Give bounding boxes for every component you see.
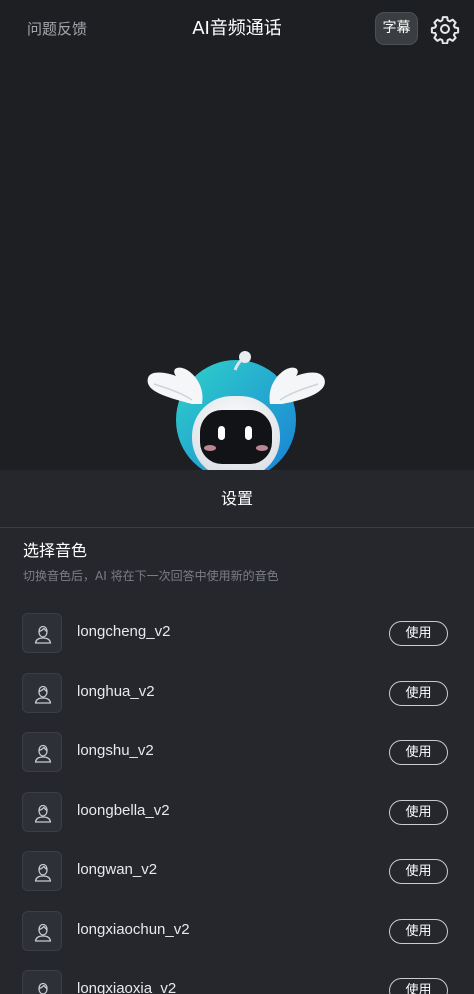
- person-icon: [22, 613, 62, 653]
- voice-row: longshu_v2 使用: [0, 729, 474, 773]
- settings-sheet: 设置 选择音色 切换音色后，AI 将在下一次回答中使用新的音色 longchen…: [0, 470, 474, 994]
- voice-name: loongbella_v2: [77, 801, 170, 819]
- person-icon: [22, 672, 62, 713]
- voice-name: longwan_v2: [77, 861, 158, 878]
- use-voice-button[interactable]: 使用: [389, 859, 448, 884]
- person-icon: [22, 732, 62, 772]
- gear-icon[interactable]: [430, 14, 460, 45]
- top-bar: 问题反馈 AI音频通话 字幕: [0, 0, 474, 58]
- voice-name: longhua_v2: [77, 682, 155, 700]
- use-voice-button[interactable]: 使用: [389, 978, 448, 994]
- voice-row: longhua_v2 使用: [0, 670, 474, 714]
- call-area: 问题反馈 AI音频通话 字幕: [0, 0, 474, 470]
- use-voice-button[interactable]: 使用: [389, 918, 448, 944]
- section-title: 选择音色: [23, 541, 88, 560]
- section-description: 切换音色后，AI 将在下一次回答中使用新的音色: [23, 569, 279, 583]
- person-icon: [22, 970, 62, 994]
- voice-name: longshu_v2: [77, 742, 154, 759]
- voice-name: longxiaochun_v2: [77, 920, 190, 938]
- robot-mascot: [140, 348, 330, 470]
- use-voice-button[interactable]: 使用: [389, 740, 448, 765]
- use-voice-button[interactable]: 使用: [389, 621, 448, 646]
- use-voice-button[interactable]: 使用: [389, 799, 448, 825]
- person-icon: [22, 791, 62, 832]
- voice-row: longwan_v2 使用: [0, 848, 474, 892]
- divider: [0, 527, 474, 528]
- sheet-title: 设置: [220, 489, 253, 508]
- use-voice-button[interactable]: 使用: [389, 680, 448, 706]
- subtitle-button[interactable]: 字幕: [375, 12, 418, 45]
- voice-name: longcheng_v2: [77, 623, 171, 640]
- voice-row: loongbella_v2 使用: [0, 789, 474, 833]
- voice-row: longxiaochun_v2 使用: [0, 908, 474, 952]
- person-icon: [22, 910, 62, 951]
- voice-name: longxiaoxia_v2: [77, 980, 177, 994]
- person-icon: [22, 851, 62, 891]
- voice-row: longcheng_v2 使用: [0, 610, 474, 654]
- voice-row: longxiaoxia_v2 使用: [0, 967, 474, 994]
